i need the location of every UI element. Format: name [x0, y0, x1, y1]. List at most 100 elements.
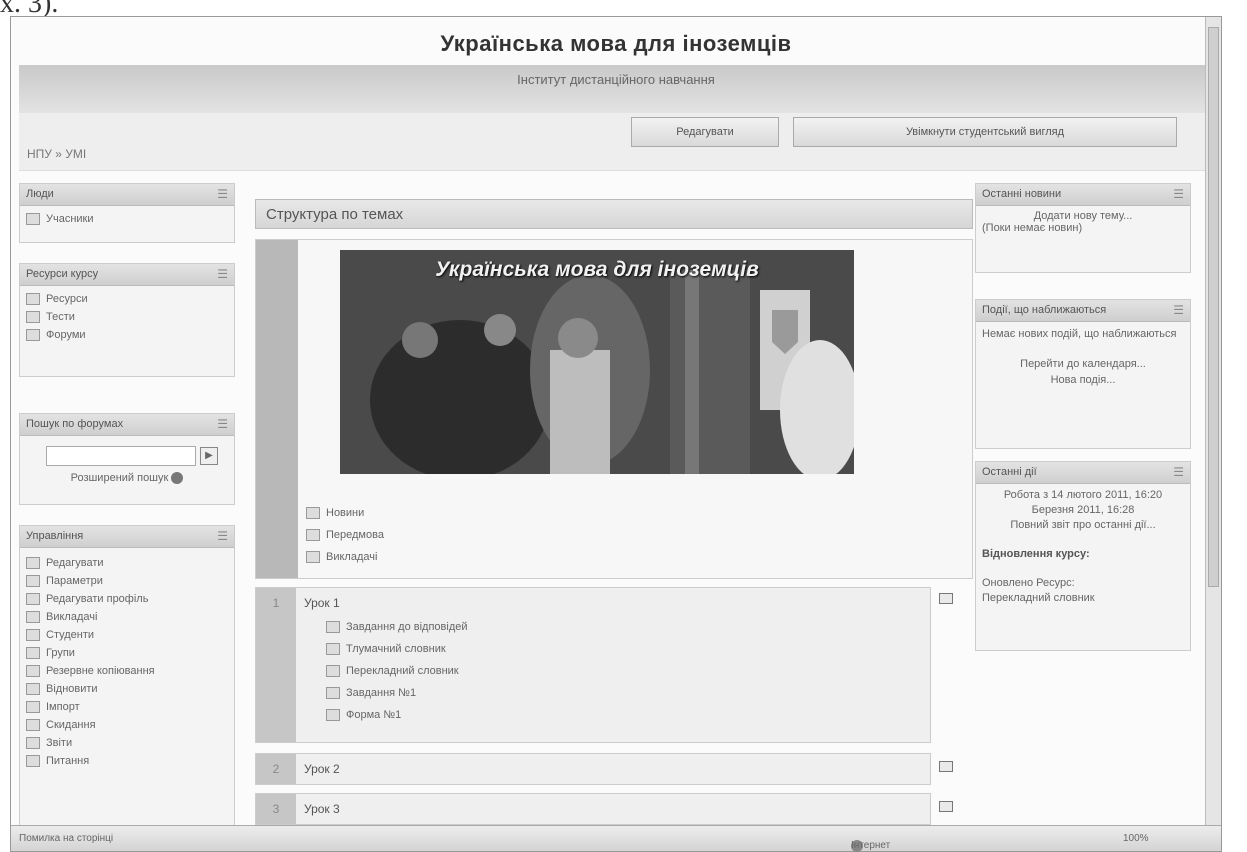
participants-label: Учасники — [46, 213, 94, 225]
preface-link[interactable]: Передмова — [306, 524, 384, 546]
forum-search-block-header: Пошук по форумах ☰ — [20, 414, 234, 436]
glossary-icon — [326, 665, 340, 677]
forum-search-block: Пошук по форумах ☰ ▶ Розширений пошук — [19, 413, 235, 505]
topic-title: Урок 3 — [304, 802, 340, 816]
latest-news-block-title: Останні новини — [982, 188, 1062, 200]
add-news-link[interactable]: Додати нову тему... — [982, 210, 1184, 222]
admin-item-label: Звіти — [46, 737, 73, 749]
admin-item-import[interactable]: Імпорт — [26, 698, 228, 716]
no-news-note: (Поки немає новин) — [982, 222, 1083, 234]
admin-item-label: Параметри — [46, 575, 103, 587]
admin-item-edit[interactable]: Редагувати — [26, 554, 228, 572]
participants-link[interactable]: Учасники — [26, 210, 228, 228]
browser-status-bar: Помилка на сторінці Інтернет 100% — [11, 825, 1221, 852]
preface-label: Передмова — [326, 529, 384, 541]
admin-item-backup[interactable]: Резервне копіювання — [26, 662, 228, 680]
admin-item-label: Резервне копіювання — [46, 665, 155, 677]
browser-window: Українська мова для іноземців Інститут д… — [10, 16, 1222, 852]
admin-item-questions[interactable]: Питання — [26, 752, 228, 770]
help-icon[interactable] — [171, 472, 184, 485]
search-go-button[interactable]: ▶ — [200, 447, 218, 465]
admin-item-teachers[interactable]: Викладачі — [26, 608, 228, 626]
block-toggle-icon[interactable]: ☰ — [217, 417, 228, 431]
show-only-topic-icon[interactable] — [939, 593, 953, 604]
resource-icon — [306, 529, 320, 541]
teachers-link[interactable]: Викладачі — [306, 546, 384, 568]
reports-icon — [26, 737, 40, 749]
student-view-button[interactable]: Увімкнути студентський вигляд — [793, 117, 1177, 147]
recent-activity-block-header: Останні дії ☰ — [976, 462, 1190, 484]
topic-title: Урок 2 — [304, 762, 340, 776]
import-icon — [26, 701, 40, 713]
new-event-link[interactable]: Нова подія... — [982, 372, 1184, 388]
recent-activity-block-title: Останні дії — [982, 466, 1037, 478]
block-toggle-icon[interactable]: ☰ — [217, 187, 228, 201]
admin-item-reports[interactable]: Звіти — [26, 734, 228, 752]
activity-label: Перекладний словник — [346, 665, 459, 677]
forum-search-block-title: Пошук по форумах — [26, 418, 124, 430]
banner-photo — [340, 250, 854, 474]
admin-item-groups[interactable]: Групи — [26, 644, 228, 662]
forum-search-input[interactable] — [46, 446, 196, 466]
course-updates-heading: Відновлення курсу: — [982, 548, 1090, 560]
recent-activity-since: Робота з 14 лютого 2011, 16:20 — [1003, 489, 1163, 501]
activity-label: Завдання №1 — [346, 687, 417, 699]
activities-block-header: Ресурси курсу ☰ — [20, 264, 234, 286]
topic-activity-link[interactable]: Перекладний словник — [326, 660, 468, 682]
topic-activity-link[interactable]: Завдання до відповідей — [326, 616, 468, 638]
zoom-level[interactable]: 100% — [1123, 833, 1149, 844]
block-toggle-icon[interactable]: ☰ — [217, 267, 228, 281]
full-report-link[interactable]: Повний звіт про останні дії... — [982, 518, 1184, 533]
admin-item-reset[interactable]: Скидання — [26, 716, 228, 734]
people-block-header: Люди ☰ — [20, 184, 234, 206]
topic-activity-link[interactable]: Форма №1 — [326, 704, 468, 726]
topic-3-section: 3 Урок 3 — [255, 793, 931, 825]
update-line: Оновлено Ресурс: — [982, 577, 1075, 589]
admin-item-label: Групи — [46, 647, 75, 659]
topic-activity-link[interactable]: Тлумачний словник — [326, 638, 468, 660]
status-error-text[interactable]: Помилка на сторінці — [19, 833, 113, 844]
admin-item-label: Редагувати — [46, 557, 104, 569]
restore-icon — [26, 683, 40, 695]
advanced-search-link[interactable]: Розширений пошук — [26, 472, 228, 485]
forum-icon — [306, 507, 320, 519]
people-block: Люди ☰ Учасники — [19, 183, 235, 243]
updated-resource-link[interactable]: Перекладний словник — [982, 591, 1184, 606]
admin-item-students[interactable]: Студенти — [26, 626, 228, 644]
edit-icon — [26, 557, 40, 569]
block-toggle-icon[interactable]: ☰ — [1173, 187, 1184, 201]
users-icon — [26, 213, 40, 225]
vertical-scrollbar[interactable] — [1205, 17, 1221, 825]
scrollbar-thumb[interactable] — [1208, 27, 1219, 587]
show-only-topic-icon[interactable] — [939, 801, 953, 812]
breadcrumb[interactable]: НПУ » УМІ — [27, 147, 86, 161]
admin-item-settings[interactable]: Параметри — [26, 572, 228, 590]
topic-activity-link[interactable]: Завдання №1 — [326, 682, 468, 704]
block-toggle-icon[interactable]: ☰ — [1173, 303, 1184, 317]
block-toggle-icon[interactable]: ☰ — [1173, 465, 1184, 479]
questions-icon — [26, 755, 40, 767]
activities-block-title: Ресурси курсу — [26, 268, 99, 280]
assignment-icon — [326, 621, 340, 633]
administration-block-title: Управління — [26, 530, 84, 542]
admin-item-profile[interactable]: Редагувати профіль — [26, 590, 228, 608]
resources-link[interactable]: Ресурси — [26, 290, 228, 308]
topic-0-links: Новини Передмова Викладачі — [306, 502, 384, 568]
resource-icon — [326, 709, 340, 721]
resource-icon — [306, 551, 320, 563]
edit-button[interactable]: Редагувати — [631, 117, 779, 147]
quizzes-link[interactable]: Тести — [26, 308, 228, 326]
calendar-link[interactable]: Перейти до календаря... — [982, 356, 1184, 372]
admin-item-restore[interactable]: Відновити — [26, 680, 228, 698]
upcoming-events-block: Події, що наближаються ☰ Немає нових под… — [975, 299, 1191, 449]
administration-block-header: Управління ☰ — [20, 526, 234, 548]
news-forum-link[interactable]: Новини — [306, 502, 384, 524]
advanced-search-label: Розширений пошук — [70, 472, 169, 484]
show-only-topic-icon[interactable] — [939, 761, 953, 772]
forums-link[interactable]: Форуми — [26, 326, 228, 344]
activity-label: Завдання до відповідей — [346, 621, 468, 633]
block-toggle-icon[interactable]: ☰ — [217, 529, 228, 543]
admin-item-label: Редагувати профіль — [46, 593, 149, 605]
upcoming-events-block-title: Події, що наближаються — [982, 304, 1107, 316]
latest-news-block-header: Останні новини ☰ — [976, 184, 1190, 206]
